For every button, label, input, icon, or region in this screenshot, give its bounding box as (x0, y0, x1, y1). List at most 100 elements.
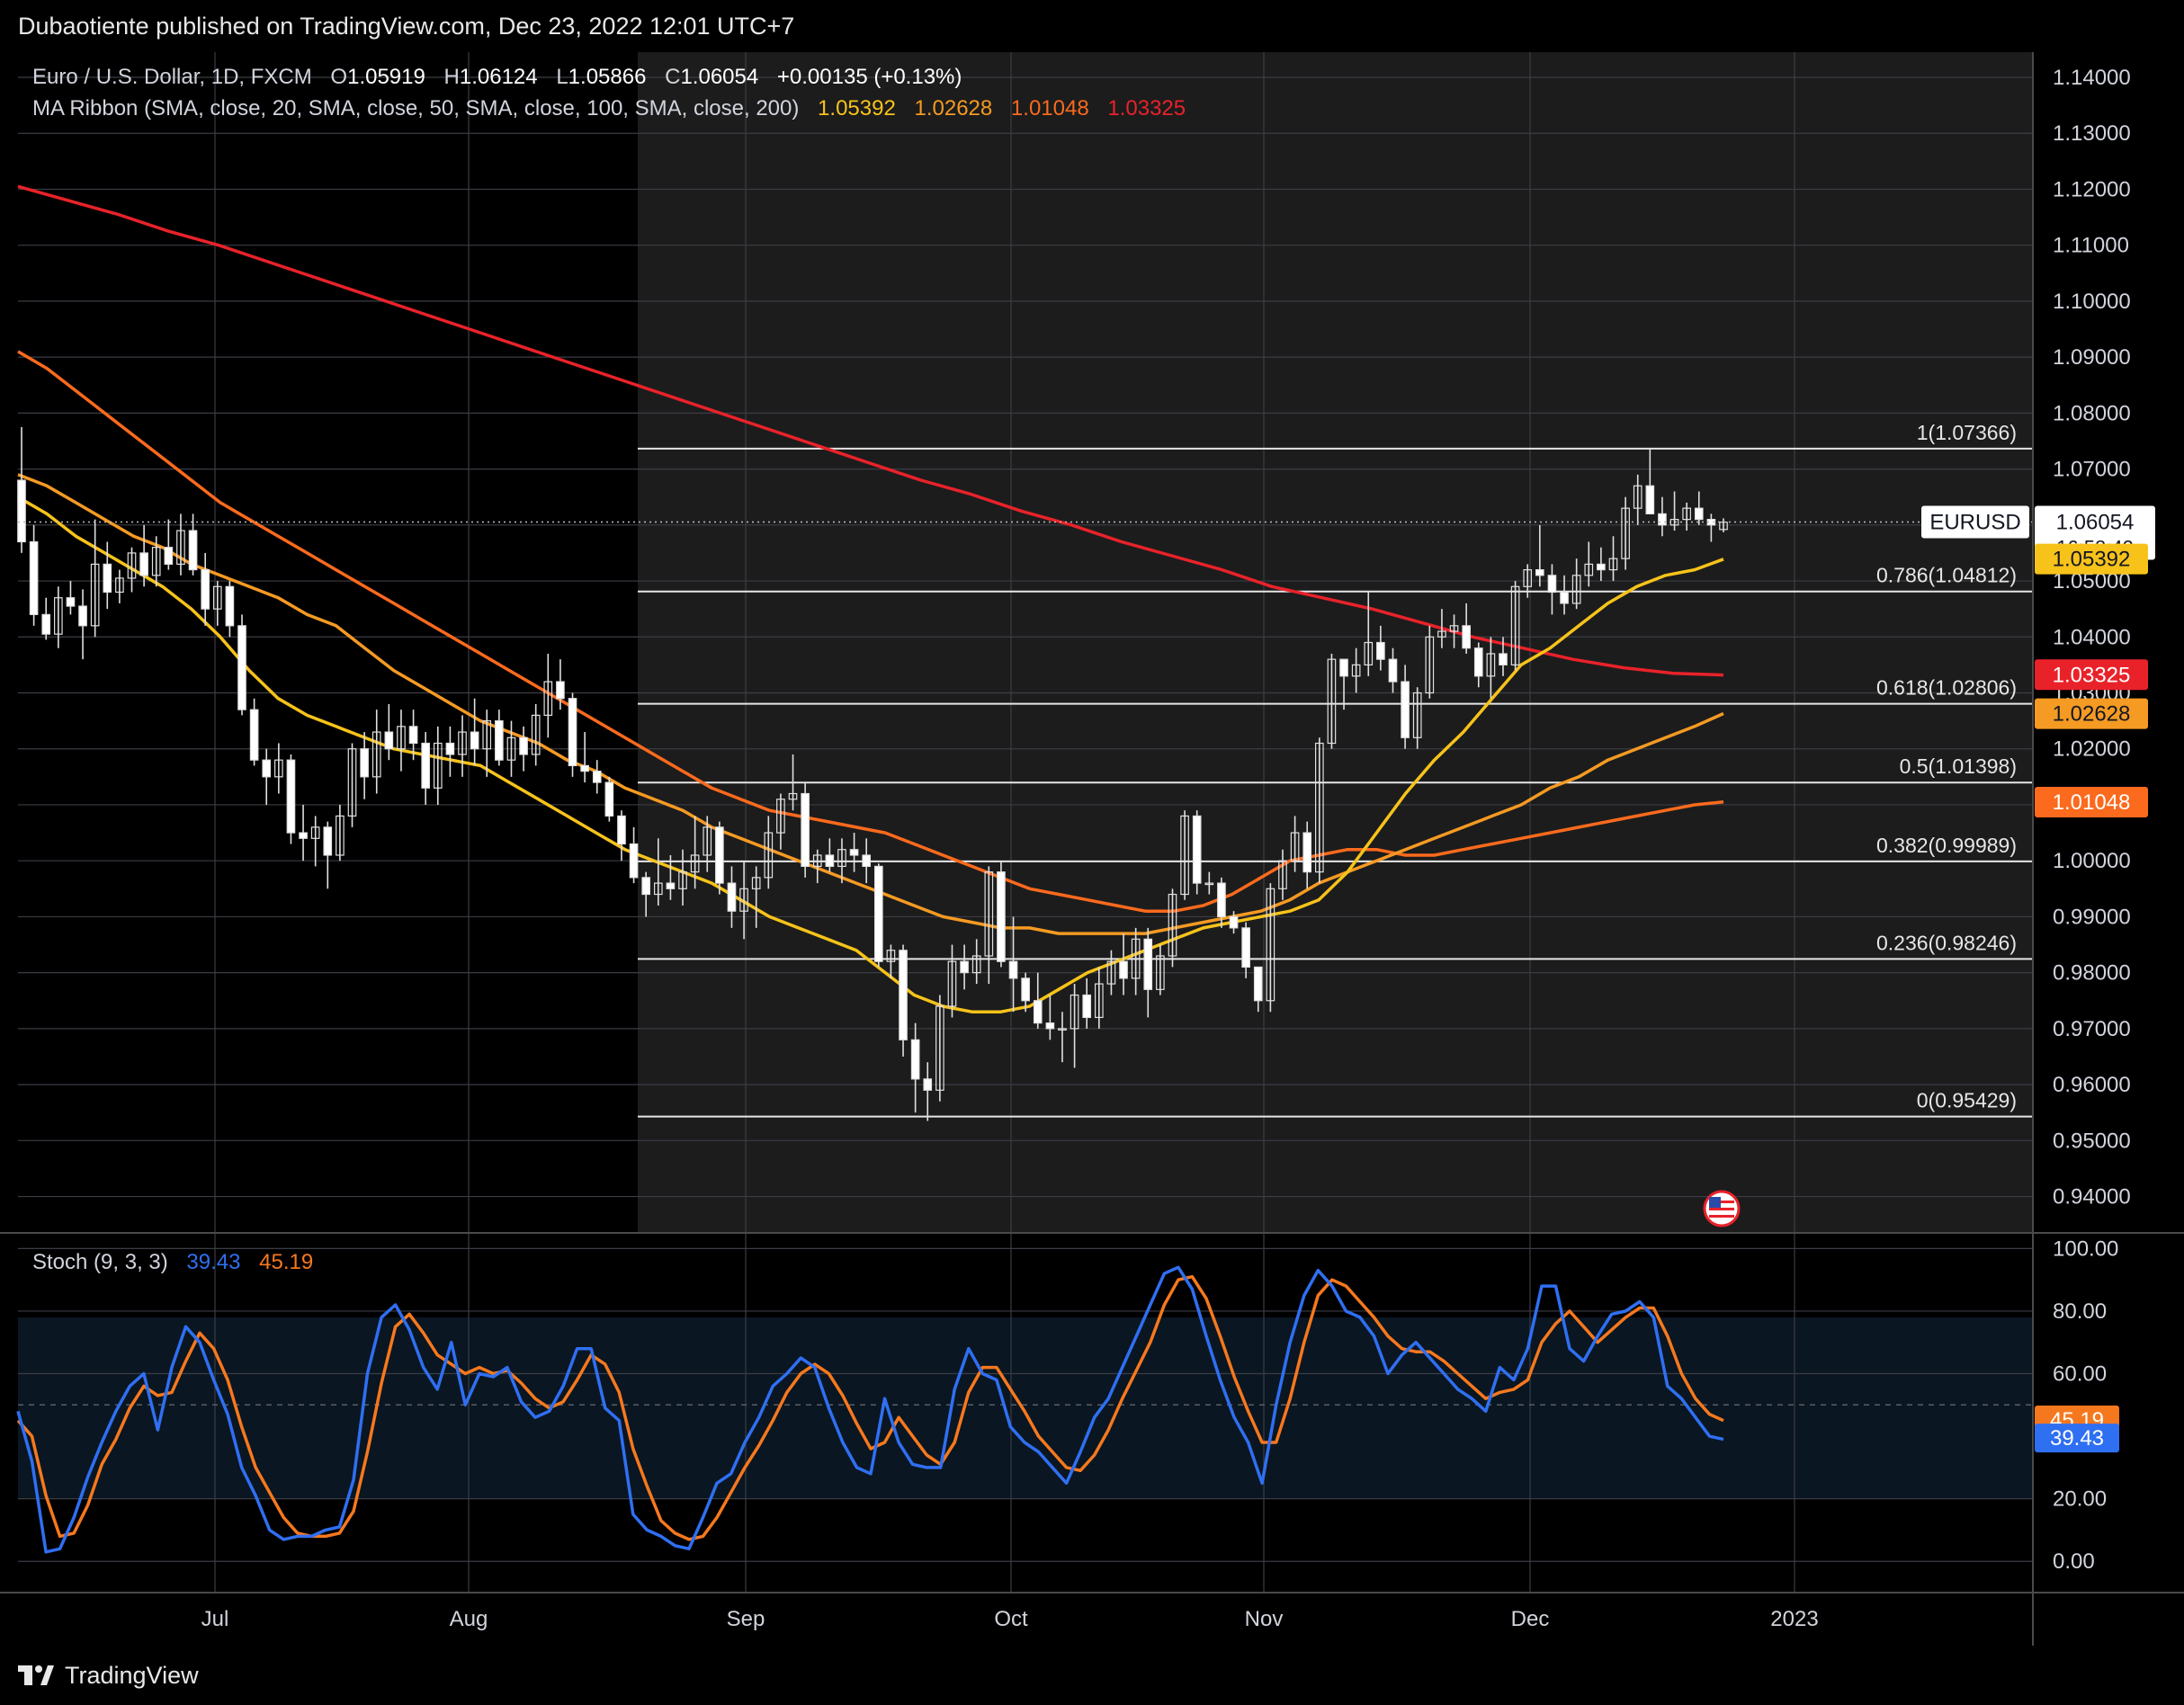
candle-down (825, 854, 835, 868)
candle-down (384, 731, 394, 750)
candle-down (629, 843, 639, 879)
candle-down (421, 742, 430, 789)
candle-down (78, 605, 87, 627)
ma100-price-tag: 1.01048 (2035, 786, 2148, 817)
candle-up (336, 815, 345, 856)
tradingview-footer[interactable]: TradingView (0, 1646, 2184, 1705)
price-axis-label: 0.96000 (2053, 1073, 2131, 1097)
price-axis-label: 1.12000 (2053, 177, 2131, 201)
candle-up (690, 854, 700, 873)
candle-down (910, 1039, 920, 1080)
stoch-band-fill (18, 1317, 2033, 1499)
candle-down (715, 826, 724, 884)
price-axis-label: 1.04000 (2053, 625, 2131, 649)
ma20-price-tag: 1.05392 (2035, 543, 2148, 575)
candle-down (29, 540, 39, 615)
stoch-axis-label: 20.00 (2053, 1487, 2107, 1512)
fib-level-label: 0.5(1.01398) (1900, 754, 2017, 778)
candle-down (299, 832, 308, 839)
price-axis[interactable]: 1.14000 1.13000 1.12000 1.11000 1.10000 1.090… (2053, 66, 2131, 1210)
us-economic-event-icon[interactable] (1703, 1190, 1741, 1227)
candle-down (997, 871, 1006, 962)
candle-down (849, 849, 859, 856)
ma200-price-tag: 1.03325 (2035, 659, 2148, 691)
candle-down (1473, 647, 1483, 677)
candle-up (115, 577, 124, 594)
fib-level-label: 1(1.07366) (1917, 421, 2017, 444)
candle-down (103, 563, 112, 594)
candle-up (1315, 742, 1324, 873)
stoch-axis-label: 80.00 (2053, 1299, 2107, 1324)
price-axis-label: 1.08000 (2053, 401, 2131, 425)
tradingview-logo-icon (18, 1665, 54, 1685)
stoch-k-tag: 39.43 (2035, 1424, 2119, 1453)
candle-up (764, 832, 774, 879)
candle-up (935, 1005, 944, 1091)
candle-up (776, 799, 785, 834)
candle-up (1486, 653, 1496, 677)
candle-up (1364, 641, 1374, 665)
candle-up (176, 530, 185, 565)
fib-level-label: 0.382(0.99989) (1876, 834, 2017, 857)
legend-ma-label: MA Ribbon (SMA, close, 20, SMA, close, 5… (32, 96, 799, 121)
candle-up (543, 681, 553, 716)
candle-down (408, 726, 418, 745)
candle-down (1547, 575, 1557, 594)
candle-up (739, 888, 748, 912)
candle-down (41, 613, 51, 635)
time-axis-label: Oct (994, 1607, 1028, 1631)
candle-down (1376, 641, 1385, 660)
candle-up (371, 731, 381, 778)
candle-up (1327, 658, 1337, 745)
candle-down (923, 1078, 933, 1091)
candle-down (286, 759, 296, 834)
ma20-tag-value: 1.05392 (2053, 548, 2131, 572)
ma200-tag-value: 1.03325 (2053, 663, 2131, 687)
legend-high: 1.06124 (460, 65, 538, 89)
legend-ma20-value: 1.05392 (818, 96, 896, 121)
stoch-axis-label: 0.00 (2053, 1549, 2095, 1574)
price-axis-label: 0.97000 (2053, 1017, 2131, 1041)
ma50-tag-value: 1.02628 (2053, 702, 2131, 727)
candle-up (837, 849, 846, 868)
candle-up (1266, 888, 1275, 1002)
candle-down (323, 826, 333, 856)
candle-down (641, 877, 651, 896)
candle-down (1229, 915, 1239, 929)
candle-down (666, 882, 676, 889)
price-axis-label: 1.00000 (2053, 849, 2131, 873)
candle-up (1584, 563, 1594, 576)
candle-up (1168, 893, 1177, 957)
legend-low-label: L (556, 65, 568, 89)
chart-area[interactable]: 1(1.07366) 0.786(1.04812) 0.618(1.02806) 0.… (0, 52, 2184, 1646)
candle-down (1045, 1022, 1055, 1030)
time-axis-label: Dec (1511, 1607, 1550, 1631)
candle-down (604, 781, 614, 817)
candle-up (1278, 860, 1287, 889)
candle-down (262, 759, 272, 778)
legend-symbol: Euro / U.S. Dollar, 1D, FXCM (32, 65, 312, 89)
ma50-price-tag: 1.02628 (2035, 698, 2148, 729)
legend-change: +0.00135 (+0.13%) (777, 65, 962, 89)
candle-up (397, 726, 406, 750)
candle-up (751, 877, 761, 889)
candle-up (347, 748, 357, 817)
publisher-line: Dubaotiente published on TradingView.com… (18, 12, 795, 40)
candle-down (1535, 569, 1544, 576)
candle-down (1401, 681, 1410, 738)
legend-open: 1.05919 (347, 65, 425, 89)
candle-up (1156, 955, 1165, 990)
legend-close-label: C (665, 65, 680, 89)
candle-up (1204, 882, 1214, 886)
time-axis-label: 2023 (1770, 1607, 1818, 1631)
candle-down (1008, 960, 1018, 979)
candle-down (237, 625, 246, 710)
candle-up (90, 563, 100, 627)
legend-low: 1.05866 (568, 65, 647, 89)
candle-up (947, 960, 957, 1007)
legend-symbol-line: Euro / U.S. Dollar, 1D, FXCM O1.05919 H1… (32, 65, 962, 89)
legend-close: 1.06054 (680, 65, 758, 89)
candle-down (470, 731, 479, 750)
legend-ma200-value: 1.03325 (1107, 96, 1186, 121)
legend-stoch-line: Stoch (9, 3, 3) 39.43 45.19 (32, 1250, 313, 1274)
